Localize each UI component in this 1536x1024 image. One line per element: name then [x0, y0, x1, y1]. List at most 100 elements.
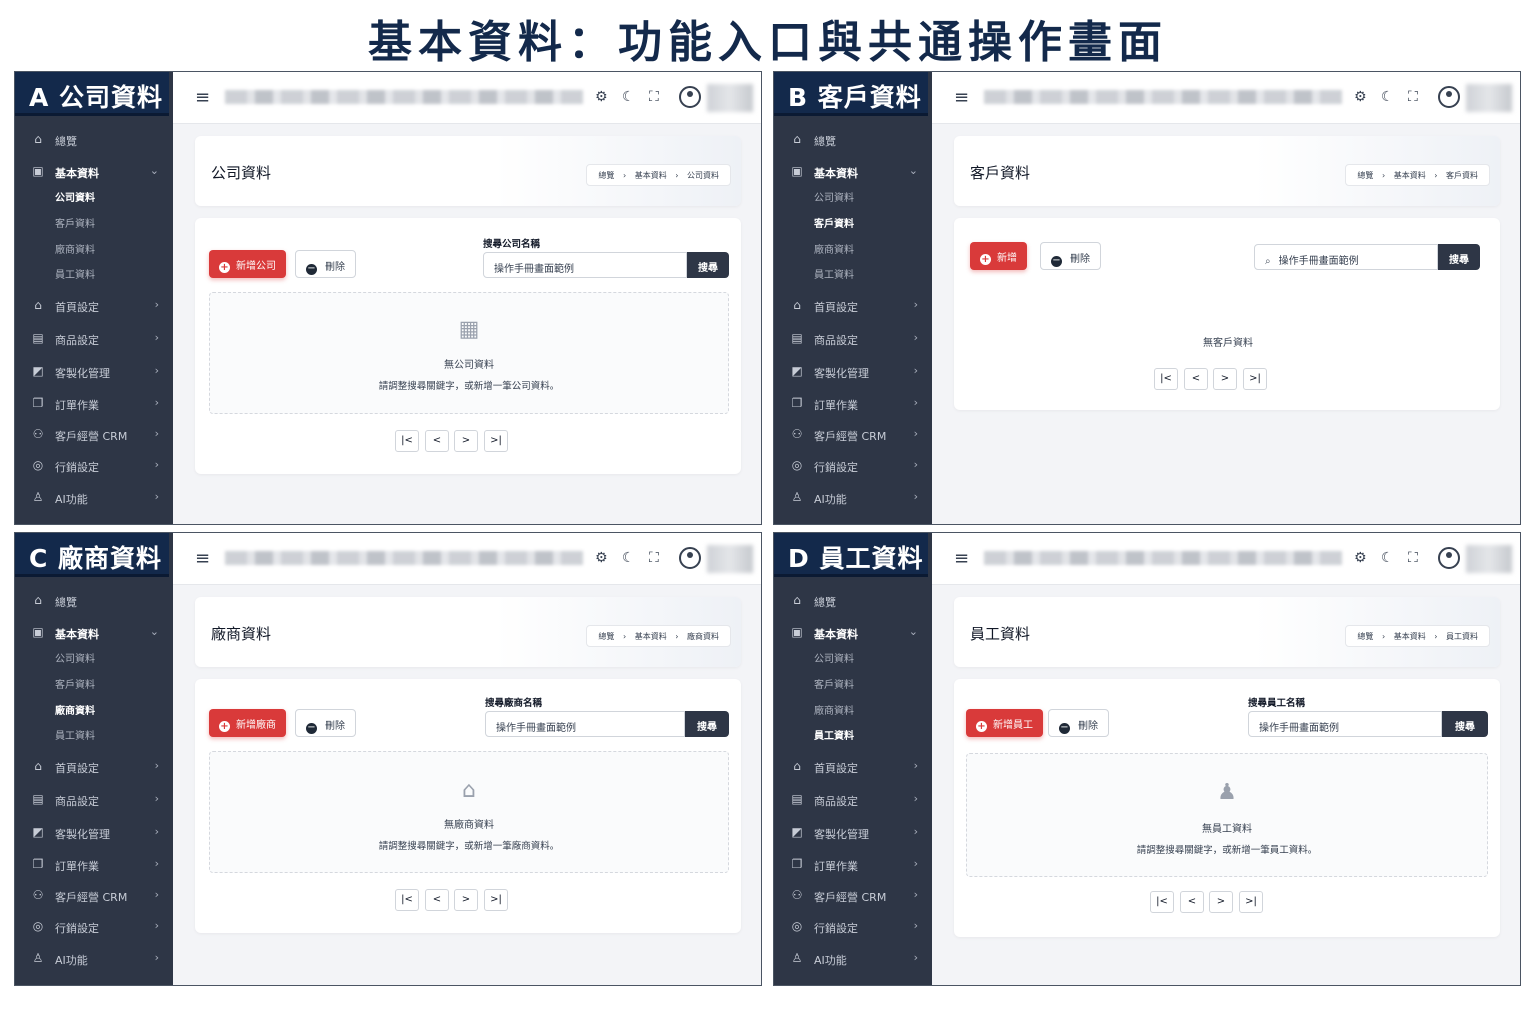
moon-icon[interactable]: ☾: [1381, 550, 1394, 566]
moon-icon[interactable]: ☾: [622, 550, 635, 566]
next-page-button[interactable]: >: [454, 889, 478, 911]
sidebar-item-basic[interactable]: ▣ 基本資料 ⌄: [774, 160, 932, 184]
prev-page-button[interactable]: <: [1184, 368, 1208, 390]
sidebar-item-custom[interactable]: ◩ 客製化管理 ›: [774, 360, 932, 384]
sidebar-subitem-employee[interactable]: 員工資料: [814, 266, 854, 284]
sidebar-subitem-customer[interactable]: 客戶資料: [55, 215, 95, 233]
fullscreen-icon[interactable]: ⛶: [1408, 89, 1418, 105]
sidebar-item-homepage[interactable]: ⌂ 首頁設定 ›: [774, 294, 932, 318]
sidebar-item-custom[interactable]: ◩ 客製化管理 ›: [15, 821, 173, 845]
sidebar-item-homepage[interactable]: ⌂ 首頁設定 ›: [15, 755, 173, 779]
sidebar-item-overview[interactable]: ⌂ 總覽: [15, 589, 173, 613]
breadcrumb-home[interactable]: 總覽: [1357, 171, 1373, 180]
last-page-button[interactable]: >|: [1239, 891, 1263, 913]
breadcrumb-home[interactable]: 總覽: [1357, 632, 1373, 641]
hamburger-icon[interactable]: ≡: [195, 87, 210, 108]
first-page-button[interactable]: |<: [1150, 891, 1174, 913]
add-button[interactable]: + 新增: [970, 242, 1027, 270]
sidebar-subitem-company[interactable]: 公司資料: [55, 650, 95, 668]
search-input[interactable]: ⌕ 操作手冊畫面範例: [1254, 244, 1438, 270]
add-button[interactable]: + 新增廠商: [209, 709, 286, 737]
fullscreen-icon[interactable]: ⛶: [649, 550, 659, 566]
sidebar-item-marketing[interactable]: ◎ 行銷設定 ›: [774, 454, 932, 478]
add-button[interactable]: + 新增員工: [966, 709, 1043, 737]
sidebar-item-marketing[interactable]: ◎ 行銷設定 ›: [774, 915, 932, 939]
sidebar-subitem-vendor[interactable]: 廠商資料: [814, 241, 854, 259]
search-input[interactable]: 操作手冊畫面範例: [483, 252, 687, 278]
sidebar-item-crm[interactable]: ⚇ 客戶經營 CRM ›: [15, 423, 173, 447]
sidebar-subitem-employee[interactable]: 員工資料: [55, 727, 95, 745]
sidebar-item-marketing[interactable]: ◎ 行銷設定 ›: [15, 915, 173, 939]
sidebar-item-ai[interactable]: ♙ AI功能 ›: [15, 486, 173, 510]
sidebar-subitem-vendor[interactable]: 廠商資料: [55, 241, 95, 259]
user-circle-icon[interactable]: [1438, 547, 1460, 569]
sidebar-item-orders[interactable]: ❐ 訂單作業 ›: [774, 392, 932, 416]
search-button[interactable]: 搜尋: [685, 711, 729, 737]
gear-icon[interactable]: ⚙: [595, 550, 608, 566]
sidebar-item-crm[interactable]: ⚇ 客戶經營 CRM ›: [774, 884, 932, 908]
prev-page-button[interactable]: <: [425, 889, 449, 911]
fullscreen-icon[interactable]: ⛶: [1408, 550, 1418, 566]
breadcrumb-basic[interactable]: 基本資料: [635, 171, 667, 180]
last-page-button[interactable]: >|: [484, 889, 508, 911]
sidebar-item-ai[interactable]: ♙ AI功能 ›: [774, 486, 932, 510]
next-page-button[interactable]: >: [454, 430, 478, 452]
sidebar-subitem-vendor[interactable]: 廠商資料: [814, 702, 854, 720]
search-button[interactable]: 搜尋: [687, 252, 729, 278]
first-page-button[interactable]: |<: [395, 430, 419, 452]
add-button[interactable]: + 新增公司: [209, 250, 286, 278]
breadcrumb-basic[interactable]: 基本資料: [1394, 632, 1426, 641]
sidebar-item-basic[interactable]: ▣ 基本資料 ⌄: [774, 621, 932, 645]
sidebar-item-orders[interactable]: ❐ 訂單作業 ›: [15, 853, 173, 877]
sidebar-item-basic[interactable]: ▣ 基本資料 ⌄: [15, 621, 173, 645]
sidebar-item-orders[interactable]: ❐ 訂單作業 ›: [774, 853, 932, 877]
sidebar-subitem-customer[interactable]: 客戶資料: [55, 676, 95, 694]
sidebar-subitem-customer[interactable]: 客戶資料: [814, 215, 854, 233]
prev-page-button[interactable]: <: [425, 430, 449, 452]
sidebar-item-overview[interactable]: ⌂ 總覽: [774, 128, 932, 152]
user-circle-icon[interactable]: [679, 86, 701, 108]
hamburger-icon[interactable]: ≡: [954, 87, 969, 108]
sidebar-item-homepage[interactable]: ⌂ 首頁設定 ›: [774, 755, 932, 779]
sidebar-item-basic[interactable]: ▣ 基本資料 ⌄: [15, 160, 173, 184]
first-page-button[interactable]: |<: [1154, 368, 1178, 390]
sidebar-subitem-company[interactable]: 公司資料: [55, 189, 95, 207]
prev-page-button[interactable]: <: [1180, 891, 1204, 913]
sidebar-subitem-company[interactable]: 公司資料: [814, 189, 854, 207]
breadcrumb-basic[interactable]: 基本資料: [635, 632, 667, 641]
next-page-button[interactable]: >: [1213, 368, 1237, 390]
sidebar-subitem-employee[interactable]: 員工資料: [814, 727, 854, 745]
search-input[interactable]: 操作手冊畫面範例: [485, 711, 685, 737]
sidebar-item-products[interactable]: ▤ 商品設定 ›: [15, 327, 173, 351]
fullscreen-icon[interactable]: ⛶: [649, 89, 659, 105]
breadcrumb-home[interactable]: 總覽: [598, 632, 614, 641]
sidebar-item-orders[interactable]: ❐ 訂單作業 ›: [15, 392, 173, 416]
search-button[interactable]: 搜尋: [1442, 711, 1488, 737]
sidebar-subitem-customer[interactable]: 客戶資料: [814, 676, 854, 694]
user-circle-icon[interactable]: [679, 547, 701, 569]
sidebar-item-ai[interactable]: ♙ AI功能 ›: [15, 947, 173, 971]
sidebar-item-custom[interactable]: ◩ 客製化管理 ›: [15, 360, 173, 384]
sidebar-subitem-employee[interactable]: 員工資料: [55, 266, 95, 284]
breadcrumb-home[interactable]: 總覽: [598, 171, 614, 180]
delete-button[interactable]: − 刪除: [295, 709, 356, 737]
breadcrumb-basic[interactable]: 基本資料: [1394, 171, 1426, 180]
sidebar-subitem-company[interactable]: 公司資料: [814, 650, 854, 668]
gear-icon[interactable]: ⚙: [595, 89, 608, 105]
search-input[interactable]: 操作手冊畫面範例: [1248, 711, 1442, 737]
gear-icon[interactable]: ⚙: [1354, 550, 1367, 566]
hamburger-icon[interactable]: ≡: [195, 548, 210, 569]
sidebar-item-products[interactable]: ▤ 商品設定 ›: [774, 327, 932, 351]
first-page-button[interactable]: |<: [395, 889, 419, 911]
sidebar-item-custom[interactable]: ◩ 客製化管理 ›: [774, 821, 932, 845]
next-page-button[interactable]: >: [1209, 891, 1233, 913]
sidebar-item-overview[interactable]: ⌂ 總覽: [774, 589, 932, 613]
moon-icon[interactable]: ☾: [1381, 89, 1394, 105]
sidebar-subitem-vendor[interactable]: 廠商資料: [55, 702, 95, 720]
delete-button[interactable]: − 刪除: [1048, 709, 1109, 737]
user-circle-icon[interactable]: [1438, 86, 1460, 108]
delete-button[interactable]: − 刪除: [1040, 242, 1101, 270]
moon-icon[interactable]: ☾: [622, 89, 635, 105]
search-button[interactable]: 搜尋: [1438, 244, 1480, 270]
sidebar-item-products[interactable]: ▤ 商品設定 ›: [15, 788, 173, 812]
